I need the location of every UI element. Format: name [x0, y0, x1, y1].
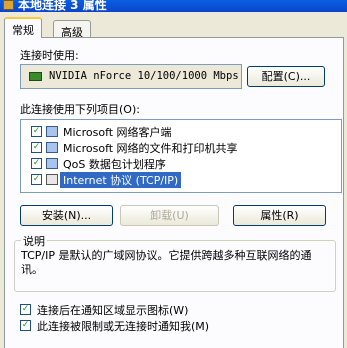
components-list[interactable]: ✓ Microsoft 网络客户端 ✓ Microsoft 网络的文件和打印机共… [20, 119, 342, 193]
uninstall-button[interactable]: 卸载(U) [120, 205, 219, 226]
show-icon-label: 连接后在通知区域显示图标(W) [37, 304, 189, 317]
item-label: Microsoft 网络的文件和打印机共享 [63, 142, 238, 155]
tab-advanced[interactable]: 高级 [53, 20, 91, 39]
description-caption: 说明 [21, 233, 47, 249]
file-share-icon [46, 142, 58, 153]
adapter-field: NVIDIA nForce 10/100/1000 Mbps [20, 64, 242, 89]
item-label: Internet 协议 (TCP/IP) [60, 172, 182, 188]
item-checkbox[interactable]: ✓ [31, 142, 42, 153]
notify-label: 此连接被限制或无连接时通知我(M) [37, 320, 210, 333]
network-card-icon [29, 72, 42, 81]
item-label: Microsoft 网络客户端 [63, 126, 172, 139]
list-item[interactable]: ✓ QoS 数据包计划程序 [27, 156, 337, 172]
install-button[interactable]: 安装(N)... [20, 205, 113, 226]
adapter-name: NVIDIA nForce 10/100/1000 Mbps [49, 70, 239, 82]
item-checkbox[interactable]: ✓ [31, 126, 42, 137]
notify-checkbox[interactable]: ✓ [20, 320, 31, 331]
description-group: 说明 TCP/IP 是默认的广域网协议。它提供跨越多种互联网络的通讯。 [14, 233, 336, 292]
item-checkbox[interactable]: ✓ [31, 158, 42, 169]
description-text: TCP/IP 是默认的广域网协议。它提供跨越多种互联网络的通讯。 [21, 249, 312, 276]
properties-button[interactable]: 属性(R) [233, 205, 326, 226]
list-item[interactable]: ✓ Microsoft 网络客户端 [27, 124, 337, 140]
tab-general[interactable]: 常规 [4, 17, 42, 38]
qos-icon [46, 158, 58, 169]
list-item[interactable]: ✓ Internet 协议 (TCP/IP) [27, 172, 337, 188]
protocol-icon [46, 174, 58, 185]
configure-button[interactable]: 配置(C)... [247, 66, 325, 87]
title-bar: 本地连接 3 属性 [0, 0, 347, 12]
item-label: QoS 数据包计划程序 [63, 158, 166, 171]
connect-using-label: 连接时使用: [20, 49, 79, 62]
list-item[interactable]: ✓ Microsoft 网络的文件和打印机共享 [27, 140, 337, 156]
network-client-icon [46, 126, 58, 137]
item-checkbox[interactable]: ✓ [31, 174, 42, 185]
components-label: 此连接使用下列项目(O): [20, 103, 140, 116]
connection-icon [3, 0, 14, 10]
window-title: 本地连接 3 属性 [18, 0, 107, 12]
show-icon-checkbox[interactable]: ✓ [20, 304, 31, 315]
